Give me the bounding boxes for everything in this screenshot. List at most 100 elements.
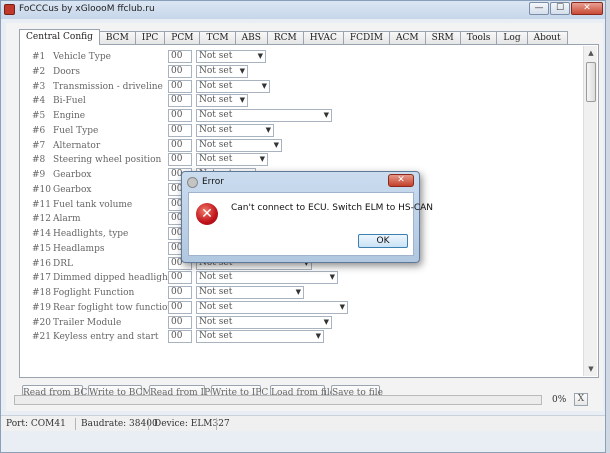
param-label: DRL	[53, 258, 73, 269]
tab-log[interactable]: Log	[496, 31, 528, 45]
param-row: #21 Keyless entry and start 00 Not set ▼	[20, 330, 580, 344]
param-select[interactable]: Not set ▼	[196, 286, 304, 299]
param-label: Fuel tank volume	[53, 199, 133, 210]
param-select-value: Not set	[199, 65, 233, 76]
tab-abs[interactable]: ABS	[234, 31, 268, 45]
error-icon: ✕	[196, 203, 218, 225]
param-code-input[interactable]: 00	[168, 286, 192, 299]
param-number: #7	[32, 140, 46, 151]
param-select[interactable]: Not set ▼	[196, 153, 268, 167]
param-row: #5 Engine 00 Not set ▼	[20, 109, 580, 123]
param-code-input[interactable]: 00	[168, 138, 192, 152]
param-code-input[interactable]: 00	[168, 330, 192, 344]
param-select-value: Not set	[199, 51, 233, 61]
param-select[interactable]: Not set ▼	[196, 109, 332, 122]
vertical-scrollbar[interactable]: ▲ ▼	[583, 46, 597, 376]
param-select[interactable]: Not set ▼	[196, 94, 248, 108]
param-number: #6	[32, 125, 46, 136]
param-select[interactable]: Not set ▼	[196, 138, 282, 152]
param-number: #2	[32, 66, 46, 77]
param-label: Doors	[53, 66, 80, 77]
param-select[interactable]: Not set ▼	[196, 50, 266, 63]
param-label: Gearbox	[53, 184, 92, 195]
status-baudrate: Baudrate: 38400	[81, 419, 158, 429]
param-label: Keyless entry and start	[53, 332, 159, 343]
param-select[interactable]: Not set ▼	[196, 64, 248, 78]
chevron-down-icon: ▼	[239, 96, 245, 105]
param-code-input[interactable]: 00	[168, 123, 192, 137]
tab-tcm[interactable]: TCM	[199, 31, 236, 45]
tab-fcdim[interactable]: FCDIM	[342, 31, 390, 45]
dialog-close-button[interactable]: ✕	[388, 174, 414, 187]
param-select[interactable]: Not set ▼	[196, 315, 332, 329]
cancel-button[interactable]: X	[574, 393, 588, 406]
chevron-down-icon: ▼	[323, 111, 329, 119]
tab-about[interactable]: About	[526, 31, 568, 45]
param-label: Vehicle Type	[53, 52, 111, 62]
param-select[interactable]: Not set ▼	[196, 79, 270, 93]
param-number: #5	[32, 111, 46, 121]
maximize-button[interactable]: ☐	[550, 2, 570, 15]
param-select[interactable]: Not set ▼	[196, 271, 338, 285]
param-code-input[interactable]: 00	[168, 315, 192, 329]
chevron-down-icon: ▼	[265, 125, 271, 134]
progress-percent: 0%	[552, 395, 567, 405]
chevron-down-icon: ▼	[273, 140, 279, 149]
tab-hvac[interactable]: HVAC	[302, 31, 344, 45]
param-label: Engine	[53, 111, 86, 121]
minimize-button[interactable]: —	[529, 2, 549, 15]
param-row: #19 Rear foglight tow function 00 Not set ▼	[20, 300, 580, 315]
chevron-down-icon: ▼	[295, 288, 301, 296]
tab-rcm[interactable]: RCM	[266, 31, 304, 45]
param-number: #19	[32, 302, 51, 313]
param-number: #4	[32, 96, 46, 107]
scroll-thumb[interactable]	[586, 62, 596, 102]
param-code-input[interactable]: 00	[168, 300, 192, 314]
param-select[interactable]: Not set ▼	[196, 300, 348, 314]
tab-tools[interactable]: Tools	[459, 31, 498, 45]
param-label: Dimmed dipped headlights	[53, 273, 177, 284]
param-code-input[interactable]: 00	[168, 109, 192, 122]
ok-button[interactable]: OK	[358, 234, 408, 248]
param-select-value: Not set	[199, 272, 233, 283]
param-select-value: Not set	[199, 316, 233, 327]
param-code-input[interactable]: 00	[168, 94, 192, 108]
param-row: #3 Transmission - driveline 00 Not set ▼	[20, 79, 580, 94]
param-label: Alternator	[53, 140, 101, 151]
tab-bcm[interactable]: BCM	[98, 31, 136, 45]
param-label: Headlights, type	[53, 229, 129, 239]
scroll-up-icon[interactable]: ▲	[585, 47, 597, 59]
param-row: #4 Bi-Fuel 00 Not set ▼	[20, 94, 580, 108]
param-number: #8	[32, 155, 46, 166]
tab-ipc[interactable]: IPC	[134, 31, 166, 45]
param-select[interactable]: Not set ▼	[196, 330, 324, 344]
chevron-down-icon: ▼	[323, 317, 329, 326]
tab-srm[interactable]: SRM	[424, 31, 461, 45]
param-number: #17	[32, 273, 51, 284]
param-select-value: Not set	[199, 110, 233, 120]
param-label: Gearbox	[53, 170, 92, 180]
param-number: #20	[32, 317, 51, 328]
param-number: #12	[32, 214, 51, 225]
window-title: FoCCCus by xGloooM ffclub.ru	[19, 4, 155, 14]
param-row: #1 Vehicle Type 00 Not set ▼	[20, 50, 580, 64]
param-code-input[interactable]: 00	[168, 64, 192, 78]
param-code-input[interactable]: 00	[168, 79, 192, 93]
param-number: #9	[32, 170, 46, 180]
param-row: #18 Foglight Function 00 Not set ▼	[20, 286, 580, 300]
scroll-down-icon[interactable]: ▼	[585, 363, 597, 375]
tab-acm[interactable]: ACM	[389, 31, 426, 45]
tab-pcm[interactable]: PCM	[164, 31, 201, 45]
param-select[interactable]: Not set ▼	[196, 123, 274, 137]
param-code-input[interactable]: 00	[168, 271, 192, 285]
param-label: Alarm	[53, 214, 81, 225]
param-code-input[interactable]: 00	[168, 50, 192, 63]
title-bar[interactable]: FoCCCus by xGloooM ffclub.ru — ☐ ✕	[1, 1, 605, 19]
tab-central-config[interactable]: Central Config	[19, 29, 100, 45]
close-button[interactable]: ✕	[571, 2, 603, 15]
status-device: Device: ELM327	[154, 419, 230, 429]
param-select-value: Not set	[199, 301, 233, 312]
param-number: #14	[32, 229, 51, 239]
param-number: #18	[32, 288, 51, 298]
param-code-input[interactable]: 00	[168, 153, 192, 167]
